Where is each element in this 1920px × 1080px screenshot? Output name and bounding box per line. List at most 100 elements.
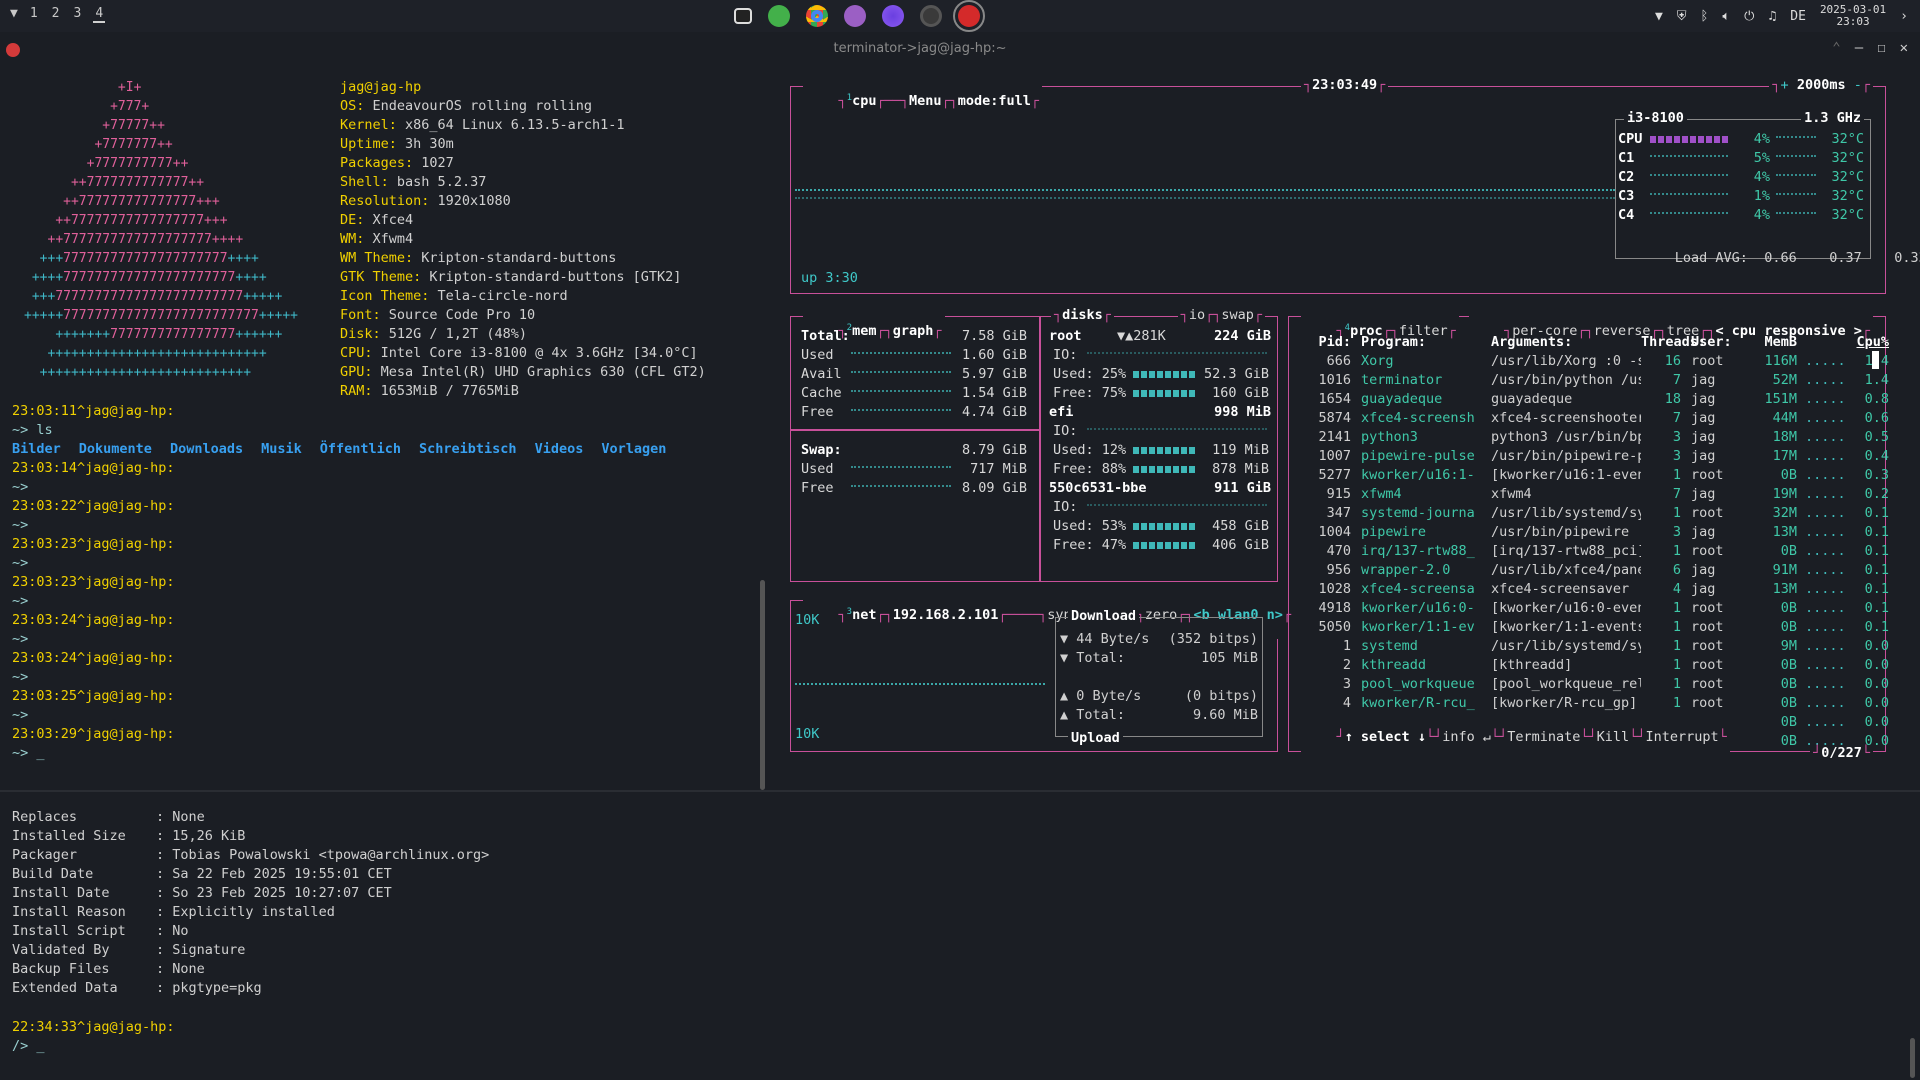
package-field: Replaces: None <box>12 809 205 825</box>
terminal-pane-left[interactable]: +I+ +777+ +77777++ +7777777++ +777777777… <box>0 64 776 790</box>
screenshot-app-icon[interactable] <box>734 8 752 24</box>
minimize-button[interactable]: — <box>1855 40 1863 56</box>
process-row[interactable]: 1007 pipewire-pulse/usr/bin/pipewire-p 3 ja… <box>1301 447 1889 466</box>
package-field: Install Reason: Explicitly installed <box>12 904 335 920</box>
prompt-line: 23:03:24^jag@jag-hp: <box>12 612 175 628</box>
update-interval[interactable]: 2000ms <box>1797 77 1846 93</box>
interrupt-button[interactable]: Interrupt <box>1645 729 1718 745</box>
prompt-line: 23:03:23^jag@jag-hp: <box>12 536 175 552</box>
disk-used-bar <box>1133 446 1195 454</box>
neofetch-field: Resolution: 1920x1080 <box>340 193 511 209</box>
neofetch-field: WM Theme: Kripton-standard-buttons <box>340 250 617 266</box>
process-row[interactable]: 1028 xfce4-screensa xfce4-screensaver 4 jag 1… <box>1301 580 1889 599</box>
disk-header: root ▼▲281K 224 GiB <box>1049 328 1271 344</box>
logo-line: +++++++++++++++++++++++++++ <box>39 365 252 380</box>
cpu-core-row: C4 4% 32°C <box>1618 207 1864 223</box>
logo-line: +++++7777777777777777777777777+++++ <box>24 308 298 323</box>
mode-toggle[interactable]: mode:full <box>958 93 1031 109</box>
chevron-right-icon[interactable]: › <box>1900 9 1908 24</box>
process-row[interactable]: 4918 kworker/u16:0- [kworker/u16:0-even 1 ro… <box>1301 599 1889 618</box>
disks-swap-toggle[interactable]: swap <box>1221 307 1254 323</box>
clock[interactable]: 2025-03-01 23:03 <box>1820 4 1886 28</box>
process-row[interactable]: 956 wrapper-2.0/usr/lib/xfce4/pane 6 jag 91M… <box>1301 561 1889 580</box>
proc-scrollbar[interactable] <box>1872 351 1879 369</box>
column-header[interactable]: Cpu% <box>1849 333 1889 352</box>
window-title: terminator->jag@jag-hp:~ <box>833 41 1007 56</box>
bluetooth-icon[interactable]: ᛒ <box>1701 9 1709 24</box>
chrome-icon[interactable] <box>806 5 828 27</box>
net-title[interactable]: net <box>852 607 876 623</box>
scrollbar[interactable] <box>1910 1038 1915 1078</box>
command-line: ~> ls <box>12 422 53 438</box>
process-row[interactable]: 1654 guayadeque guayadeque 18 jag 151M..... 0.… <box>1301 390 1889 409</box>
terminal-pane-bottom[interactable]: Replaces: None Installed Size: 15,26 KiB P… <box>0 800 1920 1080</box>
cpu-cores-panel: i3-8100 1.3 GHz CPU 4% 32°C C1 5% 32°C C2 4% 32°… <box>1615 110 1920 266</box>
shield-icon[interactable]: ⛨ <box>1677 9 1687 24</box>
neofetch-field: CPU: Intel Core i3-8100 @ 4x 3.6GHz [34.… <box>340 345 698 361</box>
workspace-switcher: ▼ 1234 <box>10 6 106 23</box>
close-button[interactable]: ✕ <box>1900 40 1908 56</box>
process-row[interactable]: 1004 pipewire/usr/bin/pipewire 3 jag 13M....… <box>1301 523 1889 542</box>
mem-bar <box>851 408 951 416</box>
mem-row: Cache 1.54 GiB <box>801 385 1027 401</box>
terminate-button[interactable]: Terminate <box>1507 729 1580 745</box>
notification-icon[interactable]: ♫ <box>1768 9 1776 24</box>
column-header[interactable]: Program: <box>1361 333 1481 352</box>
kill-button[interactable]: Kill <box>1597 729 1630 745</box>
maximize-button[interactable]: ☐ <box>1877 40 1885 56</box>
process-row[interactable]: 2141 python3 python3 /usr/bin/bp 3 jag 18M...… <box>1301 428 1889 447</box>
package-field: Build Date: Sa 22 Feb 2025 19:55:01 CET <box>12 866 392 882</box>
select-control[interactable]: ↑ select ↓ <box>1345 729 1426 745</box>
column-header[interactable]: Arguments: <box>1491 333 1641 352</box>
process-row[interactable]: 666 Xorg/usr/lib/Xorg :0 -s 16 root 116M....… <box>1301 352 1889 371</box>
workspace-1[interactable]: 1 <box>28 6 40 23</box>
process-row[interactable]: 5277 kworker/u16:1- [kworker/u16:1-even 1 ro… <box>1301 466 1889 485</box>
media-player-icon[interactable] <box>920 5 942 27</box>
workspace-3[interactable]: 3 <box>71 6 83 23</box>
process-row[interactable]: 5050 kworker/1:1-ev [kworker/1:1-events 1 ro… <box>1301 618 1889 637</box>
process-row[interactable]: 470 irq/137-rtw88_ [irq/137-rtw88_pci] 1 roo… <box>1301 542 1889 561</box>
logo-line: +++++++7777777777777777++++++ <box>55 327 283 342</box>
cpu-core-bar <box>1650 135 1728 143</box>
disk-free-row: Free: 75% 160 GiB <box>1053 385 1269 401</box>
disks-title[interactable]: disks <box>1062 307 1103 323</box>
package-field: Backup Files: None <box>12 961 205 977</box>
column-header[interactable]: Threads: <box>1641 333 1706 352</box>
column-header[interactable]: MemB <box>1751 333 1797 352</box>
chevron-up-icon[interactable]: ⌃ <box>1832 40 1840 56</box>
process-row[interactable]: 1 systemd/usr/lib/systemd/sy 1 root 9M..... 0… <box>1301 637 1889 656</box>
neofetch-field: Icon Theme: Tela-circle-nord <box>340 288 568 304</box>
workspace-menu-icon[interactable]: ▼ <box>10 6 18 23</box>
keyboard-layout[interactable]: DE <box>1790 9 1806 24</box>
workspace-2[interactable]: 2 <box>50 6 62 23</box>
process-row[interactable]: 5874 xfce4-screensh xfce4-screenshooter 7 ja… <box>1301 409 1889 428</box>
keepass-icon[interactable] <box>768 5 790 27</box>
package-field: Validated By: Signature <box>12 942 246 958</box>
process-cpu-graph: ..... <box>1805 353 1846 369</box>
process-row[interactable]: 3 pool_workqueue [pool_workqueue_rel 1 root 0… <box>1301 675 1889 694</box>
info-button[interactable]: info ↵ <box>1442 729 1491 745</box>
pane-divider[interactable] <box>0 790 1920 792</box>
power-icon[interactable]: ⏻ <box>1744 9 1754 24</box>
process-row[interactable]: 347 systemd-journa/usr/lib/systemd/sy 1 roo… <box>1301 504 1889 523</box>
scrollbar[interactable] <box>760 580 765 790</box>
workspace-4[interactable]: 4 <box>93 6 106 23</box>
volume-icon[interactable]: 🔈︎ <box>1722 9 1730 24</box>
swap-row: Free 8.09 GiB <box>801 480 1027 496</box>
process-row[interactable]: 1016 terminator/usr/bin/python /us 7 jag 52M… <box>1301 371 1889 390</box>
menu-button[interactable]: Menu <box>909 93 942 109</box>
messenger-icon[interactable] <box>844 5 866 27</box>
process-row[interactable]: 4 kworker/R-rcu_ [kworker/R-rcu_gp] 1 root 0B… <box>1301 694 1889 713</box>
column-header[interactable]: Pid: <box>1301 333 1351 352</box>
terminator-icon[interactable] <box>953 0 985 32</box>
process-row[interactable]: 2 kthreadd [kthreadd] 1 root 0B..... 0.0 <box>1301 656 1889 675</box>
wifi-icon[interactable]: ▼ <box>1655 9 1663 24</box>
cpu-graph-2 <box>795 197 1615 199</box>
process-row[interactable]: 915 xfwm4 xfwm4 7 jag 19M..... 0.2 <box>1301 485 1889 504</box>
process-cpu-graph: ..... <box>1805 486 1846 502</box>
column-header[interactable]: User: <box>1691 333 1751 352</box>
firefox-icon[interactable] <box>882 5 904 27</box>
disks-io-toggle[interactable]: io <box>1189 307 1205 323</box>
cpu-core-row: C1 5% 32°C <box>1618 150 1864 166</box>
cpu-title[interactable]: cpu <box>852 93 876 109</box>
